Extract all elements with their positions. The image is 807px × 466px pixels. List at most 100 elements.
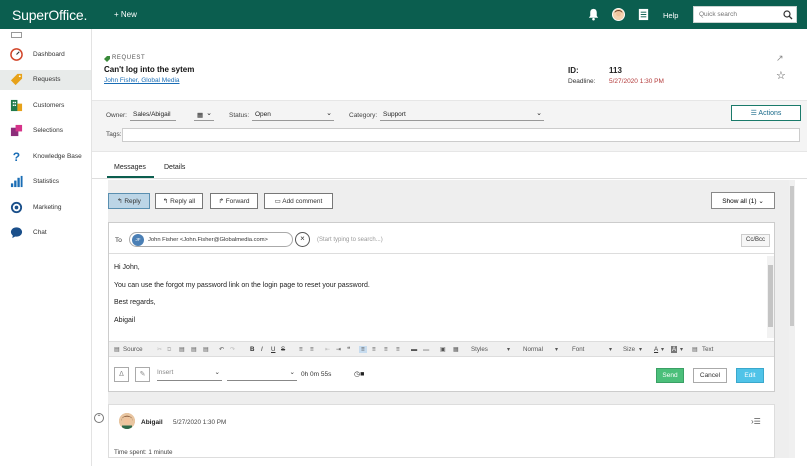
request-fields-bar: Owner: Sales/Abigail ▦ ⌄ Status: Open ⌄ … — [92, 100, 807, 152]
blockquote-icon[interactable]: ❝ — [347, 346, 350, 353]
tab-divider — [92, 178, 807, 179]
request-contact-link[interactable]: John Fisher, Global Media — [104, 77, 180, 84]
status-select[interactable]: Open ⌄ — [252, 110, 334, 121]
body-closing[interactable]: Best regards, — [114, 299, 156, 306]
reply-all-button[interactable]: ↰ Reply all — [155, 193, 203, 209]
sidebar-item-knowledge-base[interactable]: ? Knowledge Base — [0, 147, 91, 167]
unlink-icon[interactable]: ▬ — [423, 346, 429, 353]
favorite-star-icon[interactable]: ☆ — [776, 69, 786, 82]
category-select[interactable]: Support ⌄ — [380, 110, 544, 121]
tags-input[interactable] — [122, 128, 800, 142]
styles-dropdown[interactable]: Styles — [471, 346, 488, 353]
sidebar-item-chat[interactable]: Chat — [0, 223, 91, 243]
font-dropdown[interactable]: Font — [572, 346, 584, 353]
sidebar-item-statistics[interactable]: Statistics — [0, 172, 91, 192]
recipient-address: John Fisher <John.Fisher@Globalmedia.com… — [148, 237, 268, 243]
cc-bcc-button[interactable]: Cc/Bcc — [741, 234, 770, 247]
size-dropdown[interactable]: Size — [623, 346, 635, 353]
actions-button[interactable]: ☰ Actions — [731, 105, 801, 121]
add-comment-button[interactable]: ▭ Add comment — [264, 193, 333, 209]
notification-bell-icon[interactable] — [587, 8, 600, 21]
link-icon[interactable]: ▬ — [411, 346, 417, 353]
align-left-icon[interactable]: ≡ — [359, 346, 367, 353]
tab-messages[interactable]: Messages — [114, 164, 146, 171]
send-button[interactable]: Send — [656, 368, 684, 383]
text-color-icon[interactable]: A — [654, 346, 658, 353]
message-menu-icon[interactable]: ›☰ — [751, 417, 761, 426]
source-icon[interactable]: ▤ — [114, 346, 120, 353]
align-justify-icon[interactable]: ≡ — [396, 346, 400, 353]
bulleted-list-icon[interactable]: ≡ — [310, 346, 314, 353]
brand-logo[interactable]: SuperOffice. — [12, 7, 87, 23]
align-center-icon[interactable]: ≡ — [372, 346, 376, 353]
signature-icon[interactable]: Δ — [114, 367, 129, 382]
sidebar-item-customers[interactable]: Customers — [0, 96, 91, 116]
paste-text-icon[interactable]: ▤ — [191, 346, 197, 353]
search-icon[interactable] — [783, 10, 793, 20]
indent-icon[interactable]: ⇥ — [336, 346, 341, 353]
outdent-icon[interactable]: ⇤ — [325, 346, 330, 353]
chevron-down-icon: ⌄ — [758, 197, 764, 205]
sidebar-item-label: Customers — [33, 102, 65, 109]
edit-button[interactable]: Edit — [736, 368, 764, 383]
help-link[interactable]: Help — [663, 11, 678, 20]
user-avatar-icon[interactable] — [612, 8, 625, 21]
italic-button[interactable]: I — [261, 346, 263, 353]
forward-button[interactable]: ↱ Forward — [210, 193, 258, 209]
body-signature[interactable]: Abigail — [114, 317, 135, 324]
contact-card-icon: ▦ — [197, 112, 204, 119]
background-color-icon[interactable]: A — [671, 346, 678, 353]
redo-icon[interactable]: ↷ — [230, 346, 235, 353]
paste-icon[interactable]: ▤ — [179, 346, 185, 353]
body-paragraph[interactable]: You can use the forgot my password link … — [114, 282, 370, 289]
quick-search-input[interactable] — [694, 7, 780, 22]
cancel-button[interactable]: Cancel — [693, 368, 727, 383]
table-icon[interactable]: ▦ — [453, 346, 459, 353]
sidebar-item-label: Marketing — [33, 204, 62, 211]
insert-dropdown[interactable]: Insert ⌄ — [157, 369, 222, 381]
sidebar-item-selections[interactable]: Selections — [0, 121, 91, 141]
sidebar-item-dashboard[interactable]: Dashboard — [0, 45, 91, 65]
copy-icon[interactable]: ⧉ — [167, 346, 171, 354]
tab-details[interactable]: Details — [164, 164, 185, 171]
recipient-chip[interactable]: JF John Fisher <John.Fisher@Globalmedia.… — [129, 232, 293, 247]
sidebar-item-marketing[interactable]: Marketing — [0, 198, 91, 218]
align-right-icon[interactable]: ≡ — [384, 346, 388, 353]
quick-search-box[interactable] — [693, 6, 797, 23]
reply-button[interactable]: ↰ Reply — [108, 193, 150, 209]
thread-scrollbar[interactable] — [789, 180, 795, 458]
paste-word-icon[interactable]: ▤ — [203, 346, 209, 353]
text-template-icon[interactable]: ▤ — [692, 346, 698, 353]
text-template-button[interactable]: Text — [702, 346, 713, 353]
cut-icon[interactable]: ✂ — [157, 346, 162, 353]
collapse-message-icon[interactable]: ⌃ — [94, 413, 104, 423]
image-icon[interactable]: ▣ — [440, 346, 446, 353]
undo-icon[interactable]: ↶ — [219, 346, 224, 353]
bold-button[interactable]: B — [250, 346, 254, 353]
thread-scrollbar-thumb[interactable] — [790, 186, 794, 326]
body-greeting[interactable]: Hi John, — [114, 264, 140, 271]
source-button[interactable]: Source — [123, 346, 143, 353]
message-card[interactable]: Abigail 5/27/2020 1:30 PM Time spent: 1 … — [108, 404, 775, 458]
main-content: REQUEST Can't log into the sytem John Fi… — [92, 29, 807, 466]
owner-card-select[interactable]: ▦ ⌄ — [194, 110, 214, 121]
owner-select[interactable]: Sales/Abigail — [130, 110, 176, 121]
document-list-icon[interactable] — [637, 8, 650, 21]
sidebar-item-requests[interactable]: Requests — [0, 70, 91, 90]
show-all-dropdown[interactable]: Show all (1) ⌄ — [711, 192, 775, 209]
tags-label: Tags: — [106, 131, 122, 138]
attachment-icon[interactable]: ✎ — [135, 367, 150, 382]
remove-recipient-icon[interactable]: × — [295, 232, 310, 247]
template-dropdown[interactable]: ⌄ — [227, 369, 297, 381]
underline-button[interactable]: U — [271, 346, 275, 353]
numbered-list-icon[interactable]: ≡ — [299, 346, 303, 353]
recipient-search-input[interactable]: (Start typing to search...) — [317, 237, 383, 243]
new-button[interactable]: + New — [114, 10, 137, 19]
editor-scrollbar-thumb[interactable] — [768, 265, 773, 327]
strike-button[interactable]: S — [281, 346, 285, 353]
pin-icon[interactable]: ↗ — [776, 53, 784, 64]
timer-icon[interactable]: ◷■ — [354, 370, 364, 378]
sidebar-collapse-button[interactable] — [11, 32, 22, 38]
status-value: Open — [255, 111, 271, 118]
format-dropdown[interactable]: Normal — [523, 346, 543, 353]
